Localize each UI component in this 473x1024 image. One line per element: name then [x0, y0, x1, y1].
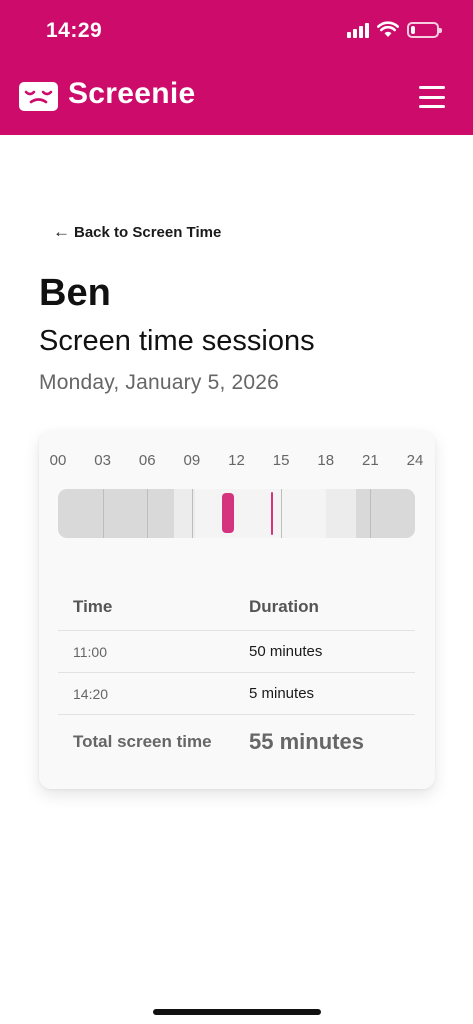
day-timeline	[58, 489, 415, 538]
home-indicator[interactable]	[153, 1009, 321, 1015]
battery-icon	[407, 21, 442, 38]
session-time: 11:00	[73, 643, 107, 660]
hour-label: 18	[317, 452, 335, 469]
child-name: Ben	[39, 272, 111, 314]
timeline-session-block[interactable]	[221, 493, 235, 533]
timeline-shade-dark	[58, 489, 175, 538]
status-icons	[347, 21, 442, 38]
wifi-icon	[377, 21, 399, 37]
status-bar: 14:29	[0, 0, 473, 62]
brand-name[interactable]: Screenie	[68, 77, 195, 111]
hour-label: 00	[49, 452, 67, 469]
hour-label: 15	[272, 452, 290, 469]
hour-label: 24	[406, 452, 424, 469]
back-arrow-icon: ←	[53, 222, 70, 241]
signal-icon	[347, 22, 369, 38]
hamburger-menu-icon[interactable]	[419, 86, 445, 108]
app-bar: Screenie	[0, 62, 473, 135]
hour-label: 12	[228, 452, 245, 469]
total-value: 55 minutes	[249, 729, 364, 754]
session-duration: 5 minutes	[249, 685, 315, 702]
hour-label: 21	[362, 452, 379, 469]
table-row: 11:00 50 minutes	[58, 631, 415, 673]
timeline-shade-lightest	[194, 489, 326, 538]
page-date: Monday, January 5, 2026	[39, 371, 280, 394]
timeline-hour-tick	[281, 489, 283, 538]
hour-label: 06	[138, 452, 156, 469]
timeline-hour-tick	[191, 489, 193, 538]
sessions-table: Time Duration 11:00 50 minutes 14:20 5 m…	[58, 583, 415, 769]
total-row: Total screen time 55 minutes	[58, 715, 415, 769]
hour-label: 03	[94, 452, 111, 469]
hour-label: 09	[183, 452, 201, 469]
status-time: 14:29	[46, 19, 103, 42]
table-row: 14:20 5 minutes	[58, 673, 415, 715]
sessions-card: 00 03 06 09 12 15 18 21 24 Time Duration 11:00 5…	[39, 431, 435, 789]
timeline-hour-tick	[147, 489, 149, 538]
timeline-hour-tick	[370, 489, 372, 538]
timeline-hour-tick	[102, 489, 104, 538]
session-time: 14:20	[73, 685, 109, 702]
battery-level	[411, 25, 416, 34]
timeline-session-block[interactable]	[271, 492, 274, 535]
timeline-shade-light	[325, 489, 356, 538]
time-column-header: Time	[73, 596, 113, 616]
back-to-screen-time-link[interactable]: ← Back to Screen Time	[53, 222, 221, 242]
table-header: Time Duration	[58, 583, 415, 631]
duration-column-header: Duration	[249, 596, 319, 616]
total-label: Total screen time	[73, 732, 212, 751]
timeline-shade-dark	[355, 489, 415, 538]
sleepy-face-logo	[19, 82, 58, 111]
session-duration: 50 minutes	[249, 643, 323, 660]
back-link-label: Back to Screen Time	[74, 223, 222, 241]
page-title: Screen time sessions	[39, 325, 315, 357]
